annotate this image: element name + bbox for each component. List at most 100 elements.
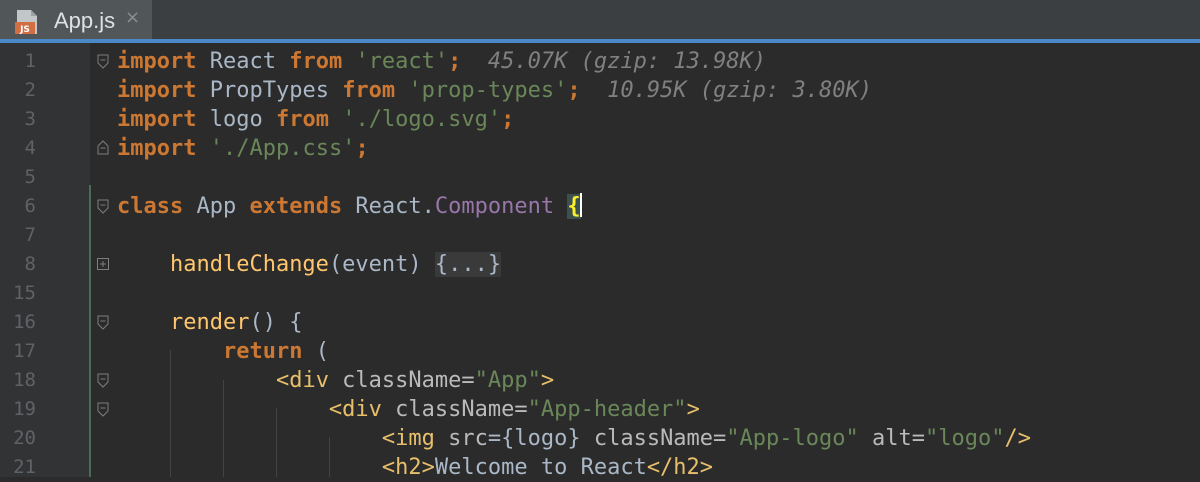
code-text: <img src={logo} className="App-logo" alt… [117, 424, 1031, 453]
line-number: 15 [13, 282, 36, 304]
code-token: () { [249, 310, 303, 335]
code-text: import './App.css'; [117, 134, 369, 163]
tab-app-js[interactable]: JS App.js × [0, 0, 152, 39]
code-line[interactable]: 21 <h2>Welcome to React</h2> [0, 453, 1200, 482]
code-line[interactable]: 2 import PropTypes from 'prop-types'; 10.… [0, 76, 1200, 105]
code-token: alt [858, 426, 912, 451]
code-text: import PropTypes from 'prop-types'; 10.9… [117, 76, 872, 105]
text-caret [579, 193, 582, 217]
code-token: './App.css' [209, 136, 356, 161]
code-line[interactable]: 19 <div className="App-header"> [0, 395, 1200, 424]
code-text: return ( [117, 337, 329, 366]
code-token: React. [342, 194, 435, 219]
code-line[interactable]: 5 [0, 163, 1200, 192]
fold-start-icon[interactable] [96, 53, 110, 73]
line-number: 17 [13, 340, 36, 362]
javascript-file-icon: JS [14, 9, 40, 39]
line-number: 18 [13, 369, 36, 391]
code-line[interactable]: 4 import './App.css'; [0, 134, 1200, 163]
code-token: > [540, 368, 555, 393]
fold-start-icon[interactable] [96, 401, 110, 421]
code-token: = [514, 397, 528, 422]
editor-tab-bar: JS App.js × [0, 0, 1200, 42]
line-number: 21 [13, 456, 36, 478]
indent-guide [223, 380, 224, 477]
line-number: 20 [13, 427, 36, 449]
code-text: render() { [117, 308, 302, 337]
code-token: ; [501, 107, 515, 132]
code-text: handleChange(event) {...} [117, 250, 502, 279]
code-token: ; [355, 136, 369, 161]
indent-guide [170, 350, 171, 477]
code-line[interactable]: 18 <div className="App"> [0, 366, 1200, 395]
line-number: 4 [24, 137, 36, 159]
code-token: import [117, 107, 197, 132]
code-token: 'prop-types' [408, 78, 568, 103]
code-line[interactable]: 17 return ( [0, 337, 1200, 366]
code-token: /> [1004, 426, 1031, 451]
code-token: <div [328, 397, 382, 422]
code-token: Component [434, 194, 555, 219]
fold-start-icon[interactable] [96, 198, 110, 218]
code-line[interactable]: 15 [0, 279, 1200, 308]
code-token: className [580, 426, 714, 451]
line-number: 5 [24, 166, 36, 188]
code-token: extends [249, 194, 343, 219]
code-token: React [196, 49, 290, 74]
code-token: 45.07K (gzip: 13.98K) [461, 49, 767, 74]
code-token: "logo" [924, 426, 1005, 451]
code-line[interactable]: 7 [0, 221, 1200, 250]
line-number: 7 [24, 224, 36, 246]
code-token: (event) [328, 252, 435, 277]
fold-expand-icon[interactable] [96, 256, 110, 275]
code-line[interactable]: 20 <img src={logo} className="App-logo" … [0, 424, 1200, 453]
code-text: class App extends React.Component { [117, 192, 582, 221]
code-line[interactable]: 3 import logo from './logo.svg'; [0, 105, 1200, 134]
code-token: Welcome to React [434, 455, 647, 480]
close-icon[interactable]: × [125, 7, 140, 28]
code-line[interactable]: 6 class App extends React.Component { [0, 192, 1200, 221]
tab-label: App.js [54, 8, 116, 33]
code-token: ( [302, 339, 329, 364]
code-token: className [328, 368, 462, 393]
line-number: 1 [24, 50, 36, 72]
code-token: PropTypes [196, 78, 343, 103]
code-token: 'react' [355, 49, 449, 74]
fold-start-icon[interactable] [96, 372, 110, 392]
line-number: 8 [24, 253, 36, 275]
code-token: > [686, 397, 700, 422]
code-token: { [567, 194, 581, 219]
indent-guide [276, 408, 277, 477]
code-token: logo [196, 107, 276, 132]
code-line[interactable]: 8 handleChange(event) {...} [0, 250, 1200, 279]
code-token: from [342, 78, 396, 103]
code-text: import React from 'react'; 45.07K (gzip:… [117, 47, 766, 76]
code-token: = [461, 368, 475, 393]
code-token: class [117, 194, 184, 219]
code-line[interactable]: 16 render() { [0, 308, 1200, 337]
fold-end-icon[interactable] [96, 140, 110, 160]
code-token: ={logo} [487, 426, 581, 451]
code-line[interactable]: 1 import React from 'react'; 45.07K (gzip… [0, 47, 1200, 76]
code-text: <h2>Welcome to React</h2> [117, 453, 713, 482]
code-text: <div className="App"> [117, 366, 554, 395]
line-number: 6 [24, 195, 36, 217]
code-text: import logo from './logo.svg'; [117, 105, 514, 134]
line-number: 2 [24, 79, 36, 101]
code-token: <img [381, 426, 435, 451]
code-token: "App-logo" [726, 426, 859, 451]
code-token: {...} [434, 252, 502, 277]
code-token: = [713, 426, 727, 451]
fold-start-icon[interactable] [96, 314, 110, 334]
code-token: <div [275, 368, 329, 393]
code-token: className [381, 397, 515, 422]
line-number: 3 [24, 108, 36, 130]
code-text: <div className="App-header"> [117, 395, 700, 424]
